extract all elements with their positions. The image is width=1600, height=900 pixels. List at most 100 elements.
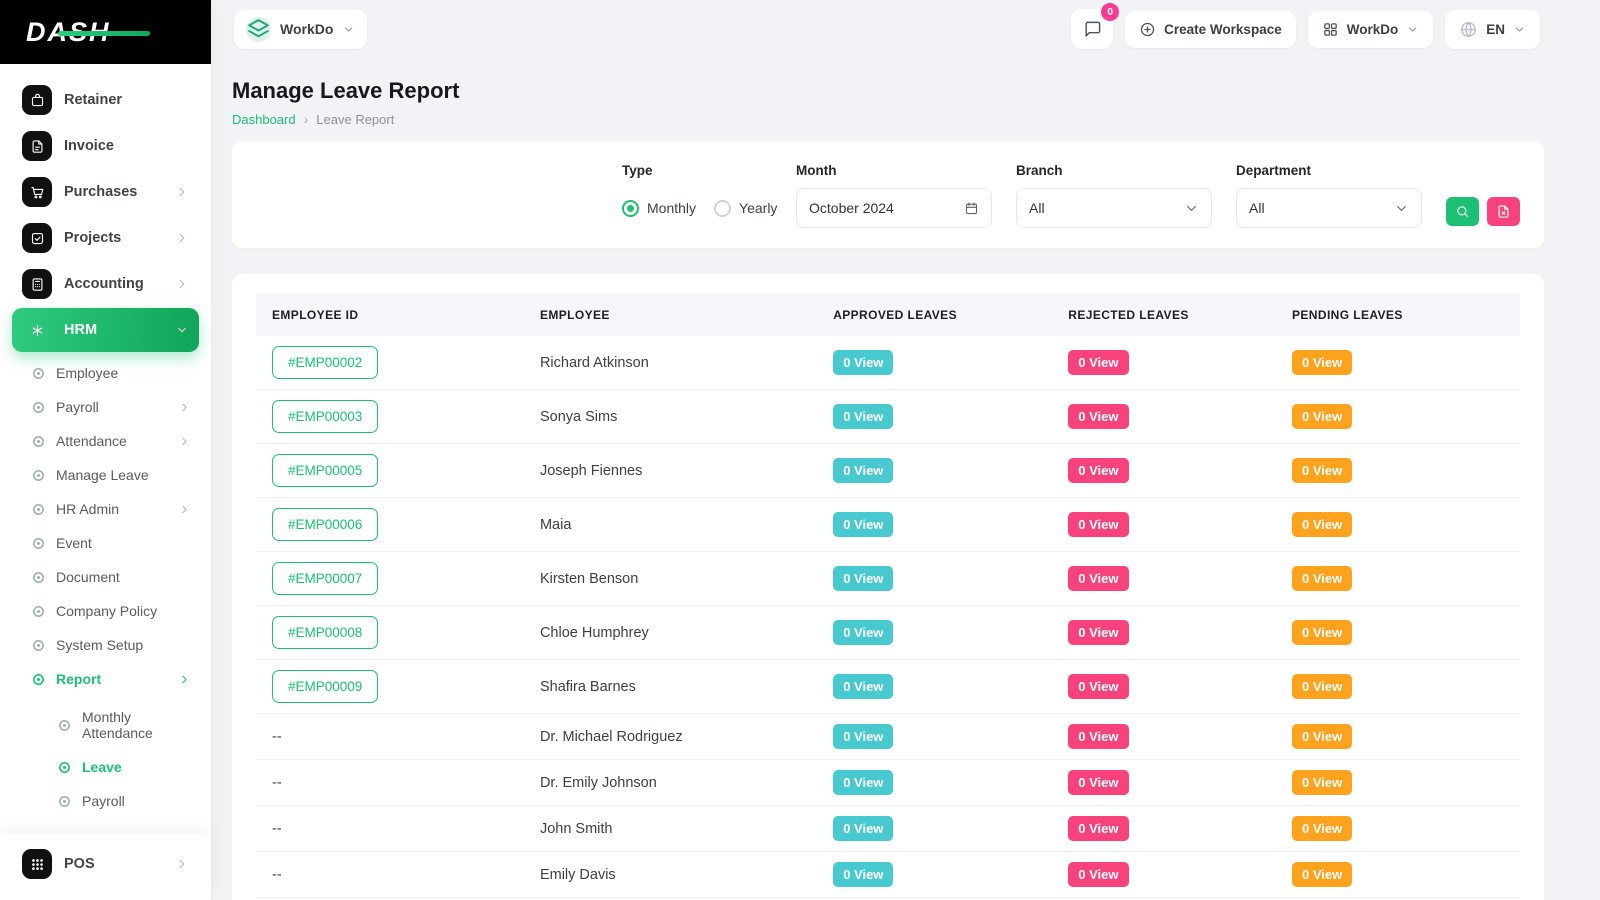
sidebar-item-system-setup[interactable]: System Setup [20,628,199,662]
sidebar-item-invoice[interactable]: Invoice [12,124,199,168]
employee-id-button[interactable]: #EMP00005 [272,454,378,487]
rejected-leaves-view-button[interactable]: 0 View [1068,350,1128,375]
rejected-leaves-view-button[interactable]: 0 View [1068,566,1128,591]
sidebar-item-employee[interactable]: Employee [20,356,199,390]
pending-leaves-view-button[interactable]: 0 View [1292,512,1352,537]
pending-leaves-view-button[interactable]: 0 View [1292,620,1352,645]
sidebar-item-accounting[interactable]: Accounting [12,262,199,306]
projects-icon [30,231,45,246]
pending-leaves-view-button[interactable]: 0 View [1292,816,1352,841]
radio-yearly[interactable]: Yearly [714,200,777,217]
radio-monthly-circle-icon [622,200,639,217]
breadcrumb-dashboard-link[interactable]: Dashboard [232,112,296,127]
sidebar-item-hrm[interactable]: HRM [12,308,199,352]
employee-id-button[interactable]: #EMP00009 [272,670,378,703]
approved-leaves-view-button[interactable]: 0 View [833,458,893,483]
rejected-leaves-view-button[interactable]: 0 View [1068,724,1128,749]
rejected-leaves-view-button[interactable]: 0 View [1068,458,1128,483]
employee-name: Joseph Fiennes [540,463,642,479]
sidebar-item-retainer[interactable]: Retainer [12,78,199,122]
sidebar-item-attendance[interactable]: Attendance [20,424,199,458]
department-select[interactable]: All [1236,188,1422,228]
messages-button[interactable]: 0 [1071,9,1113,49]
sidebar-subitem-label: System Setup [56,637,191,653]
reset-button[interactable] [1487,197,1520,226]
employee-id-button[interactable]: #EMP00007 [272,562,378,595]
employee-id-button[interactable]: #EMP00008 [272,616,378,649]
workspace-selector[interactable]: WorkDo [234,10,367,49]
employee-id-empty: -- [272,821,282,837]
sidebar-item-monthly-attendance[interactable]: Monthly Attendance [46,700,199,750]
sidebar-item-document[interactable]: Document [20,560,199,594]
leave-report-table-card: EMPLOYEE IDEMPLOYEEAPPROVED LEAVESREJECT… [232,274,1544,900]
rejected-leaves-view-button[interactable]: 0 View [1068,404,1128,429]
sidebar-item-payroll[interactable]: Payroll [20,390,199,424]
month-input-value: October 2024 [809,200,894,216]
column-header-approved-leaves: APPROVED LEAVES [817,294,1052,336]
approved-leaves-view-button[interactable]: 0 View [833,512,893,537]
pending-leaves-view-button[interactable]: 0 View [1292,458,1352,483]
sidebar-item-company-policy[interactable]: Company Policy [20,594,199,628]
pending-leaves-view-button[interactable]: 0 View [1292,674,1352,699]
employee-name: Maia [540,517,571,533]
rejected-leaves-view-button[interactable]: 0 View [1068,620,1128,645]
pending-leaves-view-button[interactable]: 0 View [1292,404,1352,429]
plus-circle-icon [1139,21,1156,38]
sidebar-item-projects[interactable]: Projects [12,216,199,260]
chevron-down-icon [342,23,355,36]
rejected-leaves-view-button[interactable]: 0 View [1068,512,1128,537]
approved-leaves-view-button[interactable]: 0 View [833,862,893,887]
branch-filter-label: Branch [1016,163,1212,178]
approved-leaves-view-button[interactable]: 0 View [833,724,893,749]
approved-leaves-view-button[interactable]: 0 View [833,566,893,591]
sidebar-item-manage-leave[interactable]: Manage Leave [20,458,199,492]
approved-leaves-view-button[interactable]: 0 View [833,816,893,841]
language-selector[interactable]: EN [1445,10,1540,49]
sidebar-item-report[interactable]: Report [20,662,199,696]
column-header-employee: EMPLOYEE [524,294,817,336]
chevron-down-icon [1394,201,1409,216]
approved-leaves-view-button[interactable]: 0 View [833,620,893,645]
rejected-leaves-view-button[interactable]: 0 View [1068,770,1128,795]
sidebar-item-purchases[interactable]: Purchases [12,170,199,214]
employee-id-button[interactable]: #EMP00006 [272,508,378,541]
create-workspace-button[interactable]: Create Workspace [1125,11,1296,48]
pending-leaves-view-button[interactable]: 0 View [1292,566,1352,591]
sidebar-item-pos[interactable]: POS [12,842,199,886]
sidebar-sublist: Employee Payroll Attendance Manage Leave… [20,356,199,818]
month-input[interactable]: October 2024 [796,188,992,228]
sidebar-item-leave[interactable]: Leave [46,750,199,784]
approved-leaves-view-button[interactable]: 0 View [833,674,893,699]
employee-id-button[interactable]: #EMP00002 [272,346,378,379]
pending-leaves-view-button[interactable]: 0 View [1292,770,1352,795]
sidebar-item-payroll-report[interactable]: Payroll [46,784,199,818]
employee-name: Shafira Barnes [540,679,636,695]
filter-buttons [1446,194,1520,228]
rejected-leaves-view-button[interactable]: 0 View [1068,816,1128,841]
approved-leaves-view-button[interactable]: 0 View [833,404,893,429]
employee-id-empty: -- [272,867,282,883]
circle-bullet-icon [58,719,71,732]
rejected-leaves-view-button[interactable]: 0 View [1068,862,1128,887]
table-row: -- Emily Davis 0 View 0 View 0 View [256,852,1520,898]
branch-select[interactable]: All [1016,188,1212,228]
table-row: -- Dr. Emily Johnson 0 View 0 View 0 Vie… [256,760,1520,806]
rejected-leaves-view-button[interactable]: 0 View [1068,674,1128,699]
chevron-right-icon [178,503,191,516]
sidebar-item-event[interactable]: Event [20,526,199,560]
app-logo[interactable]: DASH [0,0,211,64]
sidebar-item-hr-admin[interactable]: HR Admin [20,492,199,526]
workdo-menu-button[interactable]: WorkDo [1308,11,1434,48]
pending-leaves-view-button[interactable]: 0 View [1292,350,1352,375]
employee-id-empty: -- [272,775,282,791]
approved-leaves-view-button[interactable]: 0 View [833,770,893,795]
radio-monthly[interactable]: Monthly [622,200,696,217]
approved-leaves-view-button[interactable]: 0 View [833,350,893,375]
breadcrumb: Dashboard Leave Report [232,111,1544,127]
table-row: #EMP00008 Chloe Humphrey 0 View 0 View 0… [256,606,1520,660]
search-button[interactable] [1446,197,1479,226]
pending-leaves-view-button[interactable]: 0 View [1292,724,1352,749]
invoice-icon [30,139,45,154]
employee-id-button[interactable]: #EMP00003 [272,400,378,433]
pending-leaves-view-button[interactable]: 0 View [1292,862,1352,887]
